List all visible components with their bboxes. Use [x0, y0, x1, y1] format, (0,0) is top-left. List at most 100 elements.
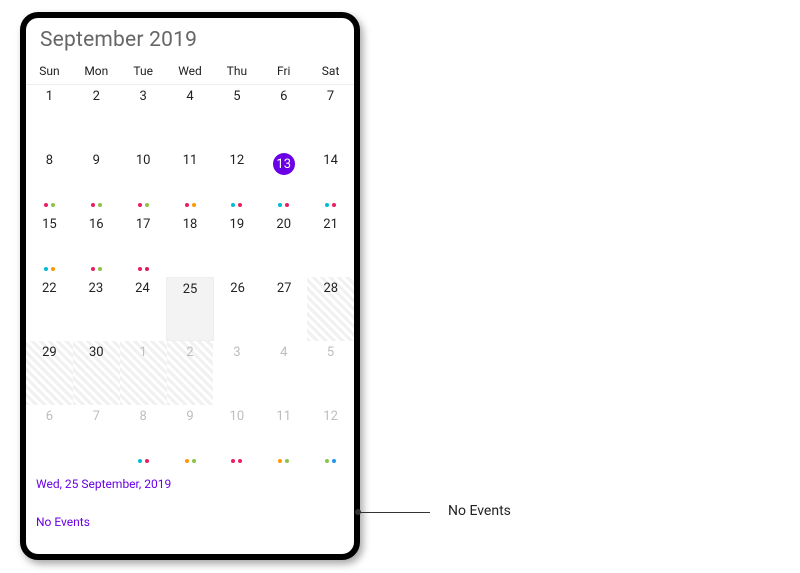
event-dots [26, 203, 73, 207]
date-cell[interactable]: 12 [307, 405, 354, 469]
date-number: 7 [327, 89, 334, 104]
date-cell[interactable]: 18 [167, 213, 214, 277]
date-number: 5 [233, 89, 240, 104]
date-cell[interactable]: 11 [260, 405, 307, 469]
weekday-thu: Thu [213, 60, 260, 84]
date-cell[interactable]: 14 [307, 149, 354, 213]
date-cell[interactable]: 4 [260, 341, 307, 405]
date-number: 25 [183, 282, 198, 297]
event-dots [120, 267, 167, 271]
event-dot [332, 459, 336, 463]
date-cell[interactable]: 17 [120, 213, 167, 277]
event-dots [73, 267, 120, 271]
date-number: 23 [89, 281, 104, 296]
event-dot [91, 267, 95, 271]
event-dots [260, 203, 307, 207]
event-dot [51, 203, 55, 207]
weekday-wed: Wed [167, 60, 214, 84]
date-number: 1 [46, 89, 53, 104]
date-number: 24 [135, 281, 150, 296]
event-dot [145, 267, 149, 271]
event-dot [238, 203, 242, 207]
date-cell[interactable]: 26 [214, 277, 261, 341]
date-number: 15 [42, 217, 57, 232]
date-cell[interactable]: 19 [213, 213, 260, 277]
date-number: 1 [139, 345, 146, 360]
date-number: 5 [327, 345, 334, 360]
event-dots [73, 203, 120, 207]
date-cell[interactable]: 5 [213, 85, 260, 149]
date-number: 29 [42, 345, 57, 360]
date-cell[interactable]: 10 [120, 149, 167, 213]
date-cell[interactable]: 3 [120, 85, 167, 149]
event-dot [145, 459, 149, 463]
event-dot [185, 203, 189, 207]
date-number: 6 [280, 89, 287, 104]
event-dot [44, 267, 48, 271]
event-dot [145, 203, 149, 207]
date-row: 22 23 24 25 26 27 28 [26, 277, 354, 341]
date-cell[interactable]: 9 [167, 405, 214, 469]
weekday-sat: Sat [307, 60, 354, 84]
date-cell[interactable]: 1 [26, 85, 73, 149]
event-dots [26, 267, 73, 271]
date-cell[interactable]: 5 [307, 341, 354, 405]
date-cell[interactable]: 6 [26, 405, 73, 469]
date-cell[interactable]: 2 [73, 85, 120, 149]
date-cell[interactable]: 3 [213, 341, 260, 405]
date-number: 3 [139, 89, 146, 104]
date-number: 30 [89, 345, 104, 360]
date-cell[interactable]: 4 [167, 85, 214, 149]
date-cell[interactable]: 25 [166, 277, 215, 341]
date-cell[interactable]: 23 [73, 277, 120, 341]
date-cell[interactable]: 24 [119, 277, 166, 341]
date-number: 27 [277, 281, 292, 296]
date-cell[interactable]: 16 [73, 213, 120, 277]
date-cell[interactable]: 12 [213, 149, 260, 213]
date-number: 4 [280, 345, 287, 360]
month-grid: 1234567891011121314151617181920212223242… [26, 85, 354, 469]
date-number: 21 [323, 217, 338, 232]
date-cell[interactable]: 11 [167, 149, 214, 213]
date-cell[interactable]: 30 [73, 341, 120, 405]
calendar-screen: September 2019 Sun Mon Tue Wed Thu Fri S… [26, 18, 354, 554]
date-cell[interactable]: 8 [120, 405, 167, 469]
event-dots [213, 203, 260, 207]
date-number: 7 [93, 409, 100, 424]
event-dot [325, 203, 329, 207]
date-number: 28 [323, 281, 338, 296]
event-dots [120, 459, 167, 463]
date-number: 13 [273, 153, 295, 175]
date-cell[interactable]: 1 [120, 341, 167, 405]
event-dots [167, 459, 214, 463]
date-cell[interactable]: 20 [260, 213, 307, 277]
callout-label: No Events [448, 503, 511, 519]
date-cell[interactable]: 21 [307, 213, 354, 277]
date-cell[interactable]: 15 [26, 213, 73, 277]
date-cell[interactable]: 27 [261, 277, 308, 341]
date-cell[interactable]: 22 [26, 277, 73, 341]
date-cell[interactable]: 6 [260, 85, 307, 149]
date-number: 16 [89, 217, 104, 232]
event-dot [332, 203, 336, 207]
date-cell[interactable]: 9 [73, 149, 120, 213]
weekday-fri: Fri [260, 60, 307, 84]
event-dot [192, 203, 196, 207]
date-number: 19 [230, 217, 245, 232]
date-cell[interactable]: 10 [213, 405, 260, 469]
date-cell[interactable]: 28 [307, 277, 354, 341]
date-cell[interactable]: 29 [26, 341, 73, 405]
event-dot [185, 459, 189, 463]
date-cell[interactable]: 7 [73, 405, 120, 469]
date-cell[interactable]: 2 [167, 341, 214, 405]
date-number: 26 [230, 281, 245, 296]
weekday-header: Sun Mon Tue Wed Thu Fri Sat [26, 60, 354, 85]
event-dot [192, 459, 196, 463]
date-number: 3 [233, 345, 240, 360]
date-number: 18 [183, 217, 198, 232]
date-cell[interactable]: 7 [307, 85, 354, 149]
date-cell[interactable]: 13 [260, 149, 307, 213]
event-dot [98, 203, 102, 207]
event-dot [91, 203, 95, 207]
date-cell[interactable]: 8 [26, 149, 73, 213]
